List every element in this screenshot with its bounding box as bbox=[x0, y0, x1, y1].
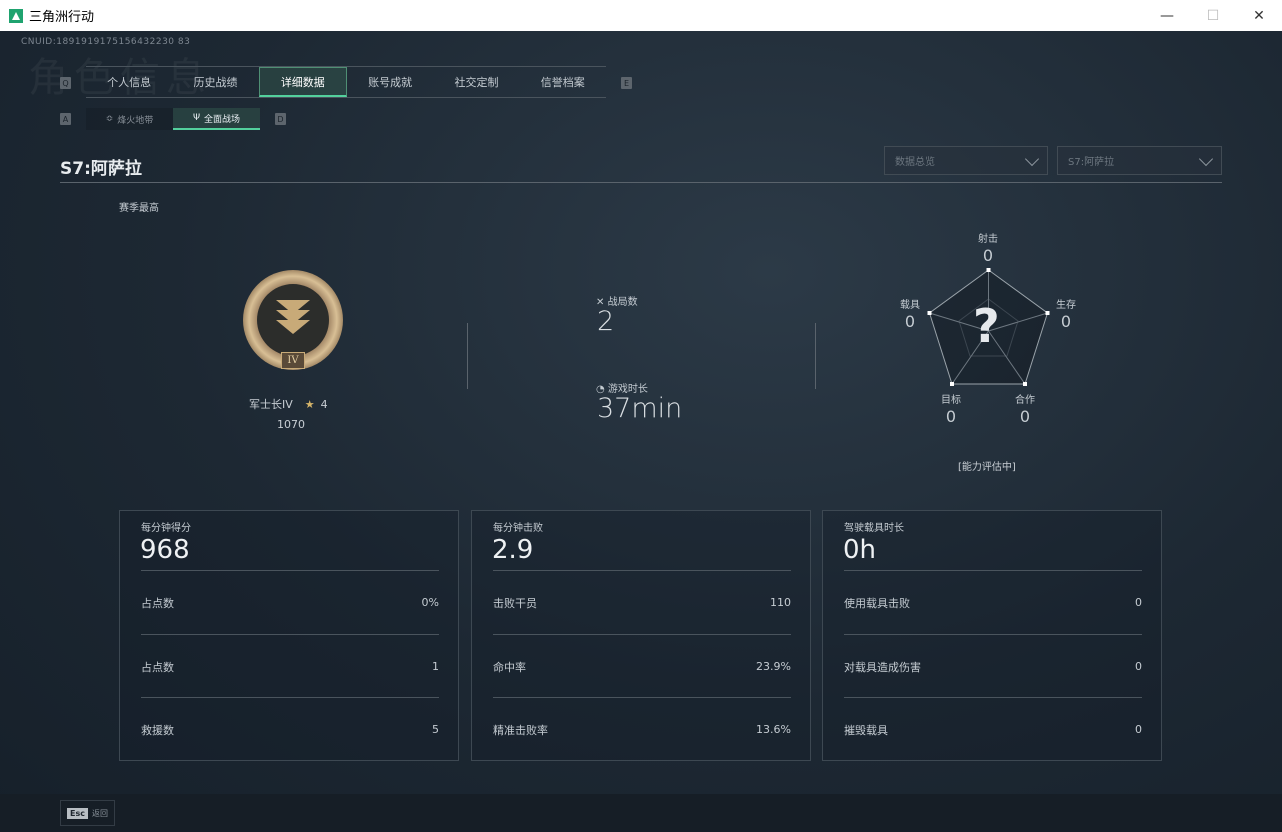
row-label: 占点数 bbox=[141, 596, 174, 610]
rank-numeral: IV bbox=[281, 352, 305, 369]
card-value: 968 bbox=[140, 535, 190, 565]
stat-row: 占点数 1 bbox=[141, 634, 439, 698]
title-bar: 三角洲行动 — ☐ ✕ bbox=[0, 0, 1282, 31]
tab-detailed-data[interactable]: 详细数据 bbox=[258, 67, 347, 97]
sub-tabs: ≎ 烽火地带 Ψ 全面战场 bbox=[86, 108, 260, 130]
rank-score: 1070 bbox=[277, 418, 305, 431]
subtab-hazard-ops[interactable]: ≎ 烽火地带 bbox=[86, 108, 173, 130]
subtab-full-war[interactable]: Ψ 全面战场 bbox=[173, 108, 260, 130]
app-logo-icon bbox=[9, 8, 23, 23]
row-label: 占点数 bbox=[141, 660, 174, 674]
window-title: 三角洲行动 bbox=[29, 10, 95, 25]
radar-axis-value: 0 bbox=[904, 312, 916, 331]
main-area: CNUID:1891919175156432230 83 角色信息 Q 个人信息… bbox=[0, 31, 1282, 832]
rank-name: 军士长IV bbox=[249, 398, 293, 411]
row-label: 击败干员 bbox=[493, 596, 537, 610]
back-button[interactable]: Esc 返回 bbox=[60, 800, 115, 826]
row-value: 5 bbox=[432, 723, 439, 736]
row-value: 23.9% bbox=[756, 660, 791, 673]
rank-info: 军士长IV ★ 4 bbox=[249, 396, 328, 412]
row-label: 精准击败率 bbox=[493, 723, 548, 737]
row-label: 使用载具击败 bbox=[844, 596, 910, 610]
key-hint-prev-tab[interactable]: Q bbox=[60, 77, 71, 89]
row-value: 0 bbox=[1135, 596, 1142, 609]
chevron-down-icon bbox=[1198, 151, 1214, 167]
card-title: 驾驶载具时长 bbox=[844, 523, 904, 534]
radar-axis-label: 生存 bbox=[1056, 300, 1076, 311]
tab-social[interactable]: 社交定制 bbox=[433, 67, 519, 97]
tab-history[interactable]: 历史战绩 bbox=[172, 67, 258, 97]
row-value: 0 bbox=[1135, 723, 1142, 736]
stat-row: 救援数 5 bbox=[141, 697, 439, 761]
radar-axis-value: 0 bbox=[1019, 407, 1031, 426]
radar-axis-label: 载具 bbox=[900, 300, 920, 311]
subtab-label: 烽火地带 bbox=[117, 115, 154, 126]
card-value: 2.9 bbox=[492, 535, 534, 565]
rank-medal-icon: IV bbox=[243, 270, 343, 370]
main-tabs: 个人信息 历史战绩 详细数据 账号成就 社交定制 信誉档案 bbox=[86, 66, 606, 98]
row-label: 救援数 bbox=[141, 723, 174, 737]
divider bbox=[60, 182, 1222, 183]
radar-axis-label: 目标 bbox=[941, 395, 961, 406]
row-value: 0 bbox=[1135, 660, 1142, 673]
radar-axis-value: 0 bbox=[982, 246, 994, 265]
radar-status: [能力评估中] bbox=[958, 462, 1016, 473]
key-hint-next-subtab[interactable]: D bbox=[275, 113, 286, 125]
esc-key-hint: Esc bbox=[67, 807, 88, 819]
divider bbox=[815, 323, 816, 389]
stat-row: 摧毁载具 0 bbox=[844, 697, 1142, 761]
playtime-value: 37min bbox=[597, 393, 683, 424]
tab-achievements[interactable]: 账号成就 bbox=[347, 67, 433, 97]
row-value: 13.6% bbox=[756, 723, 791, 736]
row-label: 摧毁载具 bbox=[844, 723, 888, 737]
radar-axis-label: 射击 bbox=[978, 234, 998, 245]
radar-axis-value: 0 bbox=[945, 407, 957, 426]
dropdown-value: S7:阿萨拉 bbox=[1068, 157, 1115, 168]
key-hint-prev-subtab[interactable]: A bbox=[60, 113, 71, 125]
maximize-button[interactable]: ☐ bbox=[1190, 0, 1236, 31]
season-title: S7:阿萨拉 bbox=[60, 159, 142, 179]
data-view-dropdown[interactable]: 数据总览 bbox=[884, 146, 1048, 175]
row-label: 对载具造成伤害 bbox=[844, 660, 921, 674]
key-hint-next-tab[interactable]: E bbox=[621, 77, 632, 89]
tab-personal-info[interactable]: 个人信息 bbox=[86, 67, 172, 97]
star-icon: ★ bbox=[304, 397, 315, 411]
stat-row: 击败干员 110 bbox=[493, 570, 791, 634]
back-label: 返回 bbox=[91, 808, 108, 818]
hazard-icon: ≎ bbox=[105, 114, 114, 124]
stat-row: 对载具造成伤害 0 bbox=[844, 634, 1142, 698]
row-value: 110 bbox=[770, 596, 791, 609]
stat-card-kills: 每分钟击败 2.9 击败干员 110 命中率 23.9% 精准击败率 13.6% bbox=[471, 510, 811, 761]
row-label: 命中率 bbox=[493, 660, 526, 674]
stat-row: 占点数 0% bbox=[141, 570, 439, 634]
radar-axis-label: 合作 bbox=[1015, 395, 1035, 406]
card-value: 0h bbox=[843, 535, 877, 565]
chevron-down-icon bbox=[1024, 151, 1040, 167]
stat-row: 命中率 23.9% bbox=[493, 634, 791, 698]
stat-card-vehicle: 驾驶载具时长 0h 使用载具击败 0 对载具造成伤害 0 摧毁载具 0 bbox=[822, 510, 1162, 761]
season-dropdown[interactable]: S7:阿萨拉 bbox=[1057, 146, 1222, 175]
row-value: 0% bbox=[421, 596, 439, 609]
divider bbox=[467, 323, 468, 389]
dropdown-value: 数据总览 bbox=[895, 157, 935, 168]
subtab-label: 全面战场 bbox=[204, 114, 241, 125]
season-best-label: 赛季最高 bbox=[119, 203, 159, 214]
card-title: 每分钟得分 bbox=[141, 523, 191, 534]
warfare-icon: Ψ bbox=[192, 113, 201, 123]
close-button[interactable]: ✕ bbox=[1236, 0, 1282, 31]
stat-row: 精准击败率 13.6% bbox=[493, 697, 791, 761]
stat-row: 使用载具击败 0 bbox=[844, 570, 1142, 634]
radar-axis-value: 0 bbox=[1060, 312, 1072, 331]
card-title: 每分钟击败 bbox=[493, 523, 543, 534]
tab-reputation[interactable]: 信誉档案 bbox=[520, 67, 606, 97]
matches-value: 2 bbox=[597, 306, 615, 337]
row-value: 1 bbox=[432, 660, 439, 673]
bottom-bar: Esc 返回 bbox=[0, 794, 1282, 832]
minimize-button[interactable]: — bbox=[1144, 0, 1190, 31]
rank-stars: 4 bbox=[320, 397, 328, 411]
radar-placeholder: ? bbox=[973, 299, 1000, 353]
stat-card-score: 每分钟得分 968 占点数 0% 占点数 1 救援数 5 bbox=[119, 510, 459, 761]
